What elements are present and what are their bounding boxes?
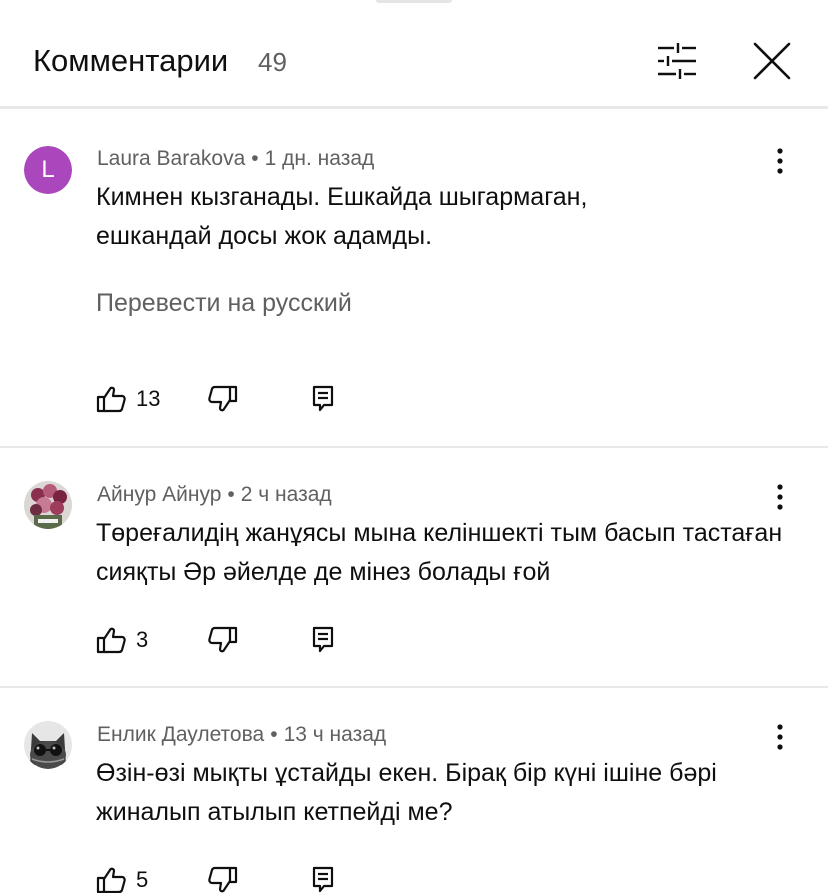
thumbs-up-icon	[96, 386, 126, 413]
comment-actions: 5	[96, 863, 356, 893]
comment-text: Өзін-өзі мықты ұстайды екен. Бірақ бір к…	[96, 759, 717, 826]
reply-icon	[312, 626, 334, 653]
comment-meta: Айнур Айнур • 2 ч назад	[97, 482, 332, 508]
comment-count: 49	[258, 47, 287, 77]
avatar[interactable]: L	[24, 146, 72, 194]
flower-bouquet-avatar	[24, 481, 72, 529]
like-button[interactable]: 5	[96, 863, 176, 893]
comment-meta: Laura Barakova • 1 дн. назад	[97, 146, 374, 172]
thumbs-up-icon	[96, 627, 126, 654]
comment-divider	[0, 686, 828, 688]
meta-separator: •	[270, 723, 278, 746]
comment-actions: 3	[96, 623, 356, 657]
comment-text: Кимнен кызганады. Ешкайда шыгармаган, еш…	[96, 183, 588, 250]
reply-button[interactable]	[312, 863, 336, 893]
comments-header: Комментарии 49	[0, 0, 828, 106]
meta-separator: •	[251, 147, 259, 170]
dislike-button[interactable]	[208, 623, 242, 657]
like-count: 13	[136, 386, 161, 411]
comment-divider	[0, 446, 828, 448]
comment-time: 13 ч назад	[283, 723, 387, 746]
more-options-button[interactable]	[766, 145, 794, 179]
comment-author[interactable]: Енлик Даулетова	[97, 723, 264, 746]
dislike-button[interactable]	[208, 863, 242, 893]
thumbs-down-icon	[208, 385, 238, 412]
page-title: Комментарии	[33, 43, 229, 78]
thumbs-down-icon	[208, 866, 238, 893]
cat-with-sunglasses-avatar	[24, 721, 72, 769]
sort-filter-button[interactable]	[652, 38, 700, 84]
comment-time: 2 ч назад	[240, 483, 332, 506]
avatar-letter: L	[24, 146, 72, 194]
header-divider	[0, 106, 828, 109]
thumbs-up-icon	[96, 867, 126, 893]
more-options-button[interactable]	[766, 481, 794, 515]
reply-button[interactable]	[312, 623, 336, 657]
reply-button[interactable]	[312, 382, 336, 416]
more-vert-icon	[777, 724, 783, 750]
more-options-button[interactable]	[766, 721, 794, 755]
like-count: 3	[136, 627, 149, 652]
more-vert-icon	[777, 148, 783, 174]
dislike-button[interactable]	[208, 382, 242, 416]
comment-author[interactable]: Laura Barakova	[97, 147, 245, 170]
avatar[interactable]	[24, 721, 72, 769]
meta-separator: •	[227, 483, 235, 506]
reply-icon	[312, 866, 334, 893]
comment-time: 1 дн. назад	[264, 147, 375, 170]
comment-actions: 13	[96, 382, 356, 416]
comment-text: Төреғалидің жанұясы мына келіншекті тым …	[96, 519, 783, 586]
comment-author[interactable]: Айнур Айнур	[97, 483, 221, 506]
thumbs-down-icon	[208, 626, 238, 653]
comment-meta: Енлик Даулетова • 13 ч назад	[97, 722, 386, 748]
translate-link[interactable]: Перевести на русский	[96, 288, 352, 318]
like-count: 5	[136, 867, 149, 892]
like-button[interactable]: 3	[96, 623, 176, 657]
close-button[interactable]	[750, 39, 794, 83]
more-vert-icon	[777, 484, 783, 510]
avatar[interactable]	[24, 481, 72, 529]
reply-icon	[312, 385, 334, 412]
like-button[interactable]: 13	[96, 382, 176, 416]
close-icon	[753, 42, 791, 80]
comments-panel: Комментарии 49 L Laura Barakova • 1 дн. …	[0, 0, 828, 893]
sort-filter-icon	[658, 43, 696, 79]
